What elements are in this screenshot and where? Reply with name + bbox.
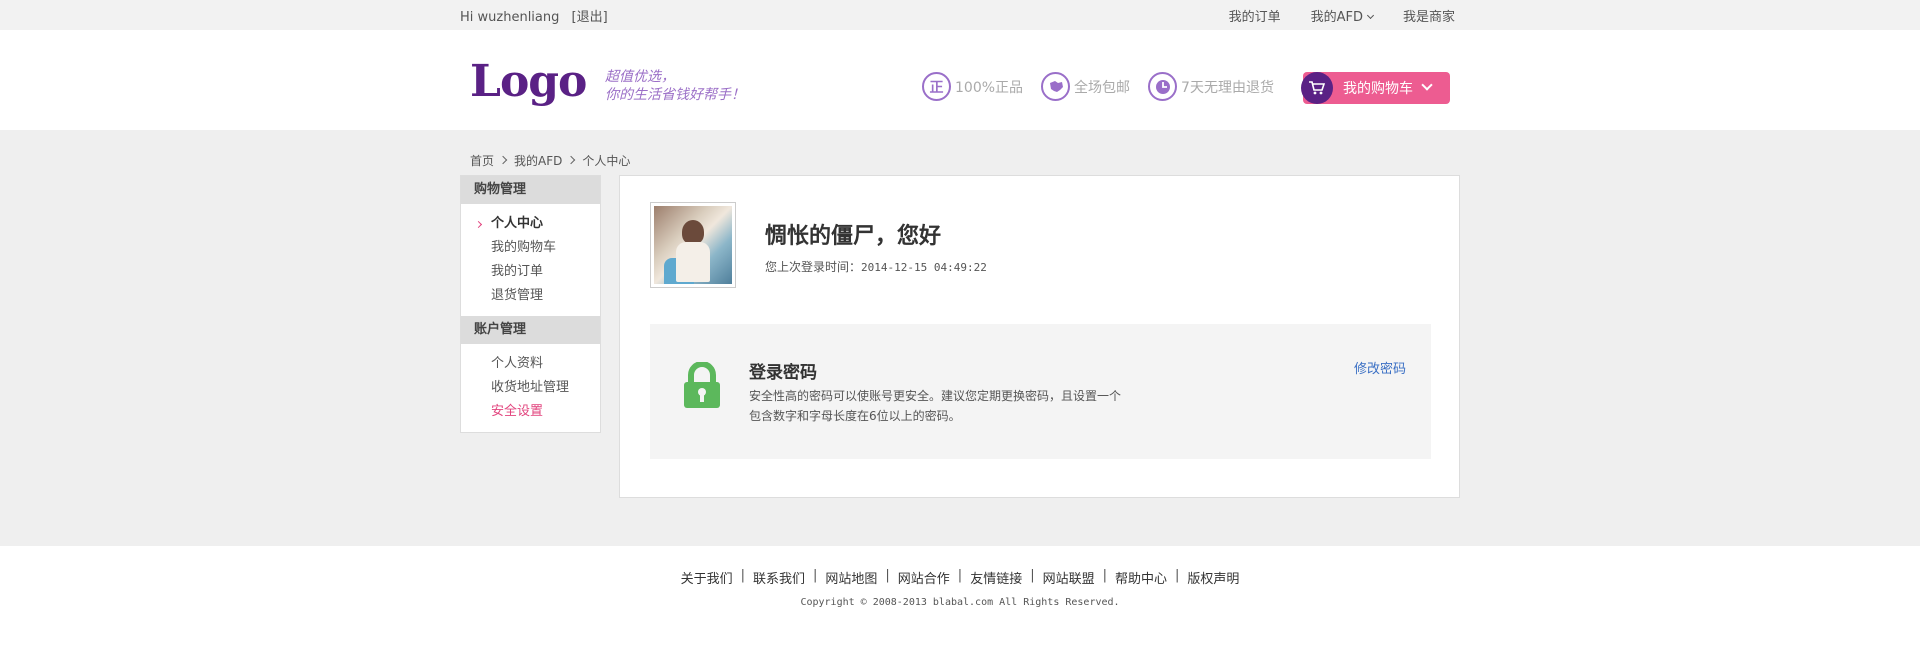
last-login: 您上次登录时间：2014-12-15 04:49:22	[765, 258, 987, 275]
footer-link-contact[interactable]: 联系我们	[753, 568, 805, 587]
feature-free-shipping: 全场包邮	[1041, 72, 1130, 101]
user-greeting-title: 惆怅的僵尸，您好	[765, 224, 942, 249]
main-area: 首页 我的AFD 个人中心 购物管理 个人中心 我的购物车 我的订单 退货管理 …	[0, 130, 1920, 546]
feature-label: 7天无理由退货	[1181, 79, 1274, 96]
sidebar: 购物管理 个人中心 我的购物车 我的订单 退货管理 账户管理 个人资料 收货地址…	[460, 175, 601, 433]
top-bar: Hi wuzhenliang [退出] 我的订单 我的AFD 我是商家	[0, 0, 1920, 30]
footer-link-about[interactable]: 关于我们	[681, 568, 733, 587]
footer-link-cooperation[interactable]: 网站合作	[898, 568, 950, 587]
footer-link-alliance[interactable]: 网站联盟	[1043, 568, 1095, 587]
feature-label: 100%正品	[955, 79, 1024, 96]
footer-link-copyright[interactable]: 版权声明	[1187, 568, 1239, 587]
content-panel: 惆怅的僵尸，您好 您上次登录时间：2014-12-15 04:49:22 登录密…	[619, 175, 1460, 498]
password-desc-line-1: 安全性高的密码可以使账号更安全。建议您定期更换密码，且设置一个	[749, 389, 1122, 403]
sidebar-group-list: 个人中心 我的购物车 我的订单 退货管理	[461, 204, 600, 316]
slogan-line-2: 你的生活省钱好帮手！	[605, 87, 745, 103]
chevron-right-icon	[498, 155, 508, 165]
sidebar-item-orders[interactable]: 我的订单	[461, 260, 600, 284]
password-title: 登录密码	[749, 363, 817, 383]
avatar-image	[654, 206, 732, 284]
sidebar-group-list: 个人资料 收货地址管理 安全设置	[461, 344, 600, 432]
sidebar-item-profile-center[interactable]: 个人中心	[461, 212, 600, 236]
feature-list: 正 100%正品 全场包邮 7天无理由退货	[922, 72, 1274, 101]
sidebar-group-title: 账户管理	[461, 316, 600, 344]
last-login-label: 您上次登录时间：	[765, 260, 862, 274]
sidebar-item-returns[interactable]: 退货管理	[461, 284, 600, 308]
feature-label: 全场包邮	[1074, 79, 1131, 96]
footer-link-help[interactable]: 帮助中心	[1115, 568, 1167, 587]
cart-button[interactable]: 我的购物车	[1301, 72, 1450, 104]
map-icon	[1041, 72, 1071, 101]
modify-password-link[interactable]: 修改密码	[1354, 358, 1406, 377]
footer-link-sitemap[interactable]: 网站地图	[825, 568, 877, 587]
footer-separator: |	[740, 568, 745, 583]
clock-icon	[1148, 72, 1178, 101]
footer-links: 关于我们 | 联系我们 | 网站地图 | 网站合作 | 友情链接 | 网站联盟 | 帮助中心…	[0, 546, 1920, 587]
footer-separator: |	[1030, 568, 1035, 583]
breadcrumb-current: 个人中心	[582, 153, 631, 168]
sidebar-item-personal-info[interactable]: 个人资料	[461, 352, 600, 376]
logout-link[interactable]: [退出]	[572, 10, 608, 25]
site-logo[interactable]: Logo	[470, 60, 587, 104]
cart-icon	[1301, 72, 1333, 104]
footer-separator: |	[812, 568, 818, 583]
sidebar-item-security[interactable]: 安全设置	[461, 400, 600, 424]
site-footer: 关于我们 | 联系我们 | 网站地图 | 网站合作 | 友情链接 | 网站联盟 | 帮助中心…	[0, 546, 1920, 646]
cart-label: 我的购物车	[1343, 81, 1413, 97]
feature-genuine: 正 100%正品	[922, 72, 1023, 101]
chevron-right-icon	[567, 155, 576, 165]
my-afd-dropdown[interactable]: 我的AFD	[1311, 6, 1373, 25]
footer-separator: |	[885, 568, 890, 583]
password-description: 安全性高的密码可以使账号更安全。建议您定期更换密码，且设置一个 包含数字和字母长…	[749, 386, 1129, 426]
footer-separator: |	[1102, 568, 1107, 583]
slogan: 超值优选， 你的生活省钱好帮手！	[605, 68, 745, 104]
chevron-down-icon	[1421, 79, 1433, 91]
avatar[interactable]	[650, 202, 736, 288]
my-orders-link[interactable]: 我的订单	[1229, 6, 1281, 25]
footer-separator: |	[957, 568, 963, 583]
breadcrumb-my-afd[interactable]: 我的AFD	[514, 152, 562, 169]
copyright-text: Copyright © 2008-2013 blabal.com All Rig…	[800, 597, 1120, 608]
zheng-icon: 正	[922, 72, 951, 101]
footer-separator: |	[1175, 568, 1180, 583]
lock-icon	[684, 362, 720, 408]
breadcrumb: 首页 我的AFD 个人中心	[460, 130, 1460, 175]
sidebar-group-title: 购物管理	[461, 176, 600, 204]
sidebar-item-cart[interactable]: 我的购物车	[461, 236, 600, 260]
site-header: Logo 超值优选， 你的生活省钱好帮手！ 正 100%正品 全场包邮 7天无理…	[0, 30, 1920, 130]
footer-link-friends[interactable]: 友情链接	[970, 568, 1022, 587]
password-section: 登录密码 安全性高的密码可以使账号更安全。建议您定期更换密码，且设置一个 包含数…	[650, 324, 1431, 459]
password-desc-line-2: 包含数字和字母长度在6位以上的密码。	[749, 409, 961, 423]
sidebar-item-address[interactable]: 收货地址管理	[461, 376, 600, 400]
slogan-line-1: 超值优选，	[605, 69, 675, 85]
last-login-time: 2014-12-15 04:49:22	[861, 261, 987, 274]
merchant-link[interactable]: 我是商家	[1403, 6, 1455, 25]
breadcrumb-home[interactable]: 首页	[470, 152, 494, 169]
user-greeting: Hi wuzhenliang	[460, 9, 560, 25]
feature-return: 7天无理由退货	[1148, 72, 1274, 101]
